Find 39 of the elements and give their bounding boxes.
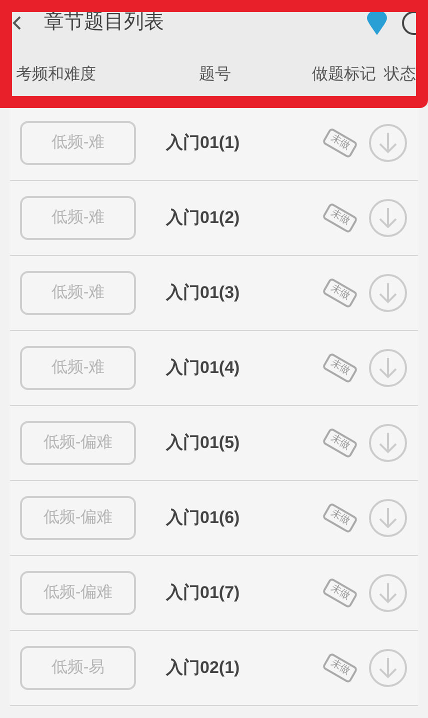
question-number[interactable]: 入门01(5) xyxy=(166,430,240,456)
download-icon[interactable] xyxy=(368,273,408,313)
location-pin-icon[interactable] xyxy=(366,10,388,36)
difficulty-tag: 低频-难 xyxy=(20,121,136,165)
not-done-stamp: 未做 xyxy=(322,652,358,684)
difficulty-tag: 低频-易 xyxy=(20,646,136,690)
difficulty-tag: 低频-难 xyxy=(20,271,136,315)
not-done-stamp: 未做 xyxy=(322,577,358,609)
question-number[interactable]: 入门01(2) xyxy=(166,205,240,231)
download-icon[interactable] xyxy=(368,423,408,463)
difficulty-tag: 低频-难 xyxy=(20,196,136,240)
download-icon[interactable] xyxy=(368,348,408,388)
question-number[interactable]: 入门02(1) xyxy=(166,655,240,681)
not-done-stamp: 未做 xyxy=(322,502,358,534)
not-done-stamp: 未做 xyxy=(322,202,358,234)
difficulty-tag: 低频-偏难 xyxy=(20,496,136,540)
not-done-stamp: 未做 xyxy=(322,277,358,309)
difficulty-tag: 低频-难 xyxy=(20,346,136,390)
question-number[interactable]: 入门01(6) xyxy=(166,505,240,531)
download-icon[interactable] xyxy=(368,498,408,538)
download-icon[interactable] xyxy=(368,648,408,688)
download-icon[interactable] xyxy=(368,198,408,238)
column-header: 题号 xyxy=(198,65,232,85)
page-title: 章节题目列表 xyxy=(44,10,164,35)
question-number[interactable]: 入门01(3) xyxy=(166,280,240,306)
column-header: 状态 xyxy=(382,64,416,85)
not-done-stamp: 未做 xyxy=(322,127,358,159)
back-icon[interactable] xyxy=(12,16,22,30)
not-done-stamp: 未做 xyxy=(322,352,358,384)
download-icon[interactable] xyxy=(368,573,408,613)
not-done-stamp: 未做 xyxy=(322,427,358,459)
question-number[interactable]: 入门01(7) xyxy=(166,580,240,606)
download-icon[interactable] xyxy=(368,123,408,163)
question-number[interactable]: 入门01(1) xyxy=(166,130,240,156)
column-header: 考频和难度 xyxy=(15,64,97,85)
difficulty-tag: 低频-偏难 xyxy=(20,571,136,615)
difficulty-tag: 低频-偏难 xyxy=(20,421,136,465)
column-header: 做题标记 xyxy=(311,65,376,85)
question-number[interactable]: 入门01(4) xyxy=(166,355,240,381)
